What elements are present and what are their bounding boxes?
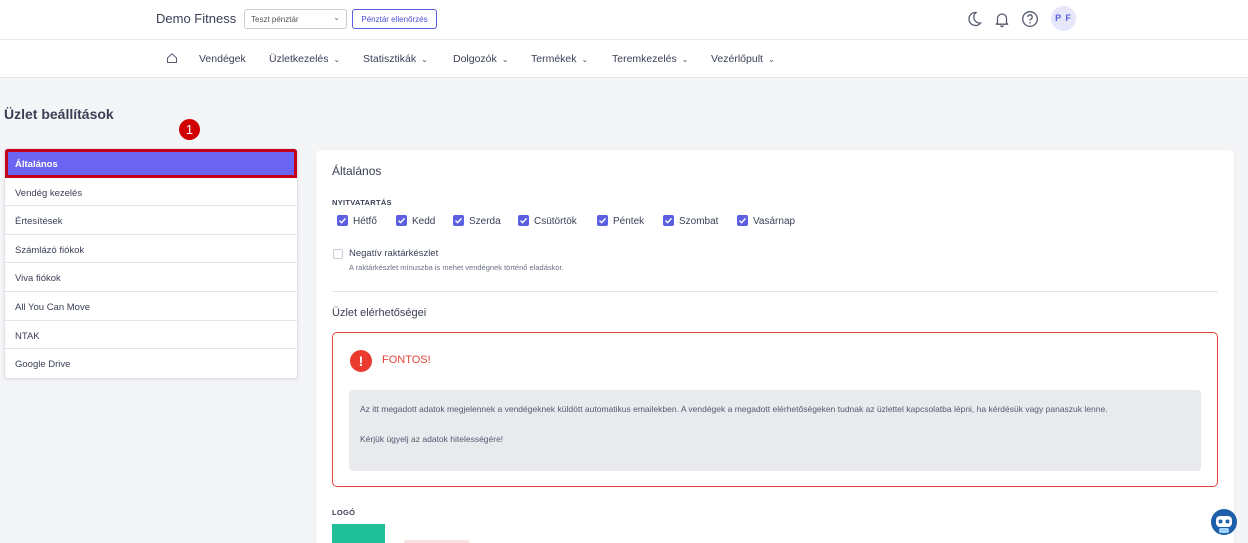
opening-hours-label: NYITVATARTÁS bbox=[332, 198, 392, 207]
step-badge-1: 1 bbox=[179, 119, 200, 140]
nav-label: Dolgozók bbox=[453, 53, 497, 65]
nav-item-vendegek[interactable]: Vendégek bbox=[199, 53, 246, 65]
negative-stock-hint: A raktárkészlet mínuszba is mehet vendég… bbox=[349, 263, 564, 272]
day-label: Szombat bbox=[679, 216, 719, 227]
nav-label: Teremkezelés bbox=[612, 53, 677, 65]
day-checkbox-szerda[interactable]: Szerda bbox=[453, 215, 501, 227]
checkbox-checked-icon bbox=[663, 215, 674, 226]
page-title: Üzlet beállítások bbox=[4, 106, 114, 122]
top-bar: Demo Fitness Teszt pénztár ⌄ Pénztár ell… bbox=[0, 0, 1248, 40]
exclamation-icon: ! bbox=[350, 350, 372, 372]
chevron-down-icon: ⌄ bbox=[333, 55, 341, 64]
nav-item-teremkezeles[interactable]: Teremkezelés ⌄ bbox=[612, 53, 688, 65]
main-nav: Vendégek Üzletkezelés ⌄ Statisztikák ⌄ Dol… bbox=[0, 40, 1248, 78]
register-select-value: Teszt pénztár bbox=[251, 15, 299, 24]
alert-body: Az itt megadott adatok megjelennek a ven… bbox=[349, 390, 1201, 471]
support-bot-icon[interactable] bbox=[1210, 508, 1238, 536]
nav-item-vezerlopult[interactable]: Vezérlőpult ⌄ bbox=[711, 53, 775, 65]
day-label: Péntek bbox=[613, 216, 645, 227]
chevron-down-icon: ⌄ bbox=[333, 13, 340, 22]
chevron-down-icon: ⌄ bbox=[681, 55, 689, 64]
settings-sidebar: Általános Vendég kezelés Értesítések Szá… bbox=[4, 148, 298, 379]
day-checkbox-vasarnap[interactable]: Vasárnap bbox=[737, 215, 795, 227]
sidebar-item-google-drive[interactable]: Google Drive bbox=[5, 349, 297, 378]
nav-label: Statisztikák bbox=[363, 53, 417, 65]
checkbox-checked-icon bbox=[597, 215, 608, 226]
day-label: Vasárnap bbox=[753, 216, 796, 227]
day-label: Hétfő bbox=[353, 216, 377, 227]
nav-label: Üzletkezelés bbox=[269, 53, 329, 65]
panel-title: Általános bbox=[332, 164, 382, 178]
sidebar-item-all-you-can-move[interactable]: All You Can Move bbox=[5, 292, 297, 321]
bell-icon[interactable] bbox=[993, 10, 1011, 28]
moon-icon[interactable] bbox=[965, 10, 983, 28]
settings-panel: Általános NYITVATARTÁS Hétfő Kedd Szerda… bbox=[316, 150, 1234, 543]
alert-title: FONTOS! bbox=[382, 354, 431, 366]
negative-stock-checkbox[interactable] bbox=[333, 249, 343, 259]
important-alert: ! FONTOS! Az itt megadott adatok megjele… bbox=[332, 332, 1218, 487]
day-checkbox-szombat[interactable]: Szombat bbox=[663, 215, 718, 227]
chevron-down-icon: ⌄ bbox=[767, 55, 775, 64]
nav-label: Vezérlőpult bbox=[711, 53, 763, 65]
chevron-down-icon: ⌄ bbox=[581, 55, 589, 64]
register-select[interactable]: Teszt pénztár ⌄ bbox=[244, 9, 347, 29]
nav-item-dolgozok[interactable]: Dolgozók ⌄ bbox=[453, 53, 508, 65]
day-checkbox-kedd[interactable]: Kedd bbox=[396, 215, 435, 227]
negative-stock-label: Negatív raktárkészlet bbox=[349, 248, 439, 259]
day-checkbox-pentek[interactable]: Péntek bbox=[597, 215, 644, 227]
contacts-title: Üzlet elérhetőségei bbox=[332, 307, 427, 319]
chevron-down-icon: ⌄ bbox=[501, 55, 509, 64]
day-checkbox-hetfo[interactable]: Hétfő bbox=[337, 215, 377, 227]
sidebar-item-vendeg-kezeles[interactable]: Vendég kezelés bbox=[5, 178, 297, 207]
checkbox-checked-icon bbox=[453, 215, 464, 226]
checkbox-checked-icon bbox=[396, 215, 407, 226]
section-divider bbox=[332, 291, 1218, 292]
nav-item-termekek[interactable]: Termékek ⌄ bbox=[531, 53, 588, 65]
register-check-button[interactable]: Pénztár ellenőrzés bbox=[352, 9, 437, 29]
day-label: Kedd bbox=[412, 216, 436, 227]
checkbox-checked-icon bbox=[737, 215, 748, 226]
nav-label: Vendégek bbox=[199, 53, 246, 65]
nav-item-statisztikak[interactable]: Statisztikák ⌄ bbox=[363, 53, 428, 65]
help-icon[interactable] bbox=[1021, 10, 1039, 28]
chevron-down-icon: ⌄ bbox=[421, 55, 428, 64]
nav-label: Termékek bbox=[531, 53, 577, 65]
checkbox-checked-icon bbox=[337, 215, 348, 226]
checkbox-checked-icon bbox=[518, 215, 529, 226]
home-icon[interactable] bbox=[166, 52, 178, 64]
day-checkbox-csutortok[interactable]: Csütörtök bbox=[518, 215, 577, 227]
nav-item-uzletkezeles[interactable]: Üzletkezelés ⌄ bbox=[269, 53, 340, 65]
sidebar-item-ertesitesek[interactable]: Értesítések bbox=[5, 206, 297, 235]
sidebar-item-altalanos[interactable]: Általános bbox=[5, 149, 297, 178]
sidebar-item-szamlazo-fiokok[interactable]: Számlázó fiókok bbox=[5, 235, 297, 264]
logo-label: LOGÓ bbox=[332, 508, 356, 517]
sidebar-item-viva-fiokok[interactable]: Viva fiókok bbox=[5, 263, 297, 292]
sidebar-item-ntak[interactable]: NTAK bbox=[5, 321, 297, 350]
alert-text: Az itt megadott adatok megjelennek a ven… bbox=[360, 404, 1108, 414]
logo-preview bbox=[332, 524, 385, 543]
day-label: Csütörtök bbox=[534, 216, 577, 227]
brand-name: Demo Fitness bbox=[156, 11, 237, 26]
user-avatar[interactable]: P F bbox=[1051, 6, 1076, 31]
day-label: Szerda bbox=[469, 216, 501, 227]
alert-text: Kérjük ügyelj az adatok hitelességére! bbox=[360, 434, 504, 444]
